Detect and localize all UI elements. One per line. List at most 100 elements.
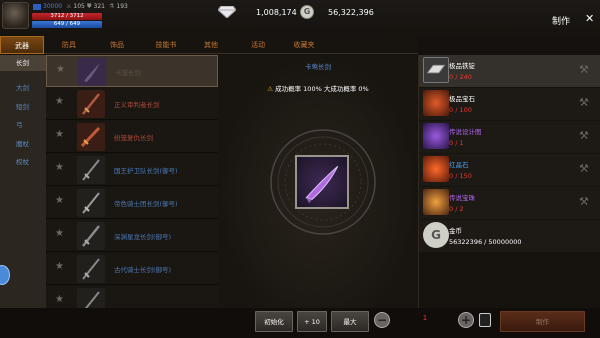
favorite-star-icon[interactable]: ★ [55,130,64,140]
diamond-icon [218,6,236,18]
favorite-star-icon[interactable]: ★ [55,262,64,272]
material-count: 56322396 / 50000000 [449,238,522,246]
list-item[interactable]: ★ 正义审判者长剑 [46,88,218,120]
calculator-icon[interactable] [479,313,491,327]
favorite-star-icon[interactable]: ★ [55,229,64,239]
craft-detail-panel: 卡莺长剑 ⚠ 成功概率 100% 大成功概率 0% [218,55,418,308]
reset-button[interactable]: 初始化 [255,311,293,332]
plus-ten-button[interactable]: + 10 [297,311,327,332]
hp-bar: 3712 / 3712 [32,13,102,20]
weapon-category-list: 长剑 大剑 短剑 弓 魔杖 权杖 [0,55,46,338]
category-staff[interactable]: 权杖 [0,156,46,166]
iron-ingot-icon [423,57,449,83]
red-crystal-icon [423,156,449,182]
favorite-star-icon[interactable]: ★ [55,196,64,206]
favorite-star-icon[interactable]: ★ [55,163,64,173]
category-dagger[interactable]: 短剑 [0,101,46,111]
item-name: 国王护卫队长剑(御号) [114,167,178,175]
favorite-star-icon[interactable]: ★ [56,65,65,75]
gold-amount: 56,322,396 [328,8,374,17]
item-name: 古代骑士长剑(御号) [114,266,172,274]
tab-favorites[interactable]: 收藏夹 [284,36,324,54]
material-row[interactable]: 红晶石 0 / 150 ⚒ [419,154,600,186]
hammer-icon: ⚒ [579,162,589,175]
avatar[interactable] [2,2,29,29]
list-item[interactable]: ★ 卡盟长剑 [46,55,218,87]
gold-coin-icon: G [300,5,314,19]
hammer-icon: ⚒ [579,129,589,142]
material-count: 0 / 2 [449,205,464,213]
material-count: 0 / 1 [449,139,464,147]
material-name: 传说设计图 [449,128,482,136]
list-item[interactable]: ★ 帝色骑士团长剑(御号) [46,187,218,219]
close-icon[interactable]: ✕ [585,13,594,24]
favorite-star-icon[interactable]: ★ [55,97,64,107]
shield-icon: ⛊ [87,3,92,10]
material-row[interactable]: G 金币 56322396 / 50000000 [419,220,600,252]
item-name: 深渊星龙长剑(御号) [114,233,172,241]
defense-stat: ⛊ 321 [87,3,105,10]
tab-weapons[interactable]: 武器 [0,36,44,54]
favorite-star-icon[interactable]: ★ [55,295,64,305]
level-text: 30000 [33,3,62,10]
material-count: 0 / 150 [449,172,472,180]
item-name: 正义审判者长剑 [114,101,160,109]
material-name: 极品铁锭 [449,62,475,70]
bottom-bar: 初始化 + 10 最大 − 1 + 制作 [0,308,600,338]
level-badge-icon [33,3,41,10]
category-wand[interactable]: 魔杖 [0,138,46,148]
warning-icon: ⚠ [267,85,274,93]
material-count: 0 / 240 [449,73,472,81]
materials-list: 极品铁锭 0 / 240 ⚒ 极品宝石 0 / 100 ⚒ 传说设计图 0 / … [418,55,600,308]
tab-events[interactable]: 活动 [241,36,275,54]
list-item[interactable]: ★ 纷笼复仇长剑 [46,121,218,153]
list-item[interactable]: ★ 国王护卫队长剑(御号) [46,154,218,186]
material-row[interactable]: 传说设计图 0 / 1 ⚒ [419,121,600,153]
increase-button[interactable]: + [458,312,474,328]
crafted-item-slot[interactable] [295,155,349,209]
item-thumbnail [77,222,105,250]
material-row[interactable]: 极品铁锭 0 / 240 ⚒ [419,55,600,87]
flask-icon: ⚗ [109,3,115,10]
category-greatsword[interactable]: 大剑 [0,82,46,92]
material-name: 红晶石 [449,161,469,169]
list-item[interactable]: ★ 深渊星龙长剑(御号) [46,220,218,252]
item-name: 卡盟长剑 [115,69,141,77]
gold-coin-icon: G [423,222,449,248]
material-name: 极品宝石 [449,95,475,103]
category-bow[interactable]: 弓 [0,119,46,129]
quantity-field[interactable]: 1 [395,314,455,322]
orb-icon [423,189,449,215]
purple-sword-icon [305,165,339,204]
diamond-amount: 1,008,174 [256,8,297,17]
selected-item-name: 卡莺长剑 [305,63,331,71]
material-name: 传说宝珠 [449,194,475,202]
material-row[interactable]: 极品宝石 0 / 100 ⚒ [419,88,600,120]
tab-other[interactable]: 其他 [194,36,228,54]
list-item[interactable]: ★ 古代骑士长剑(御号) [46,253,218,285]
tab-accessories[interactable]: 饰品 [98,36,136,54]
max-button[interactable]: 最大 [331,311,369,332]
item-thumbnail [78,58,106,86]
item-thumbnail [77,90,105,118]
category-longsword[interactable]: 长剑 [0,55,46,71]
page-title: 制作 [552,17,571,27]
hammer-icon: ⚒ [579,195,589,208]
item-name: 帝色骑士团长剑(御号) [114,200,178,208]
recipe-list: ★ 卡盟长剑 ★ 正义审判者长剑 ★ 纷笼复仇长剑 ★ 国王护卫队长剑(御号) … [46,55,218,338]
attack-stat: ⚔ 105 [66,3,85,10]
item-thumbnail [77,123,105,151]
decrease-button[interactable]: − [374,312,390,328]
craft-button[interactable]: 制作 [500,311,585,332]
item-thumbnail [77,156,105,184]
material-name: 金币 [449,227,462,235]
tab-skill-books[interactable]: 技能书 [146,36,186,54]
magic-stat: ⚗ 193 [109,3,128,10]
success-rate-text: ⚠ 成功概率 100% 大成功概率 0% [267,85,369,93]
hammer-icon: ⚒ [579,96,589,109]
gem-icon [423,90,449,116]
material-count: 0 / 100 [449,106,472,114]
material-row[interactable]: 传说宝珠 0 / 2 ⚒ [419,187,600,219]
tab-armor[interactable]: 防具 [50,36,88,54]
blueprint-icon [423,123,449,149]
